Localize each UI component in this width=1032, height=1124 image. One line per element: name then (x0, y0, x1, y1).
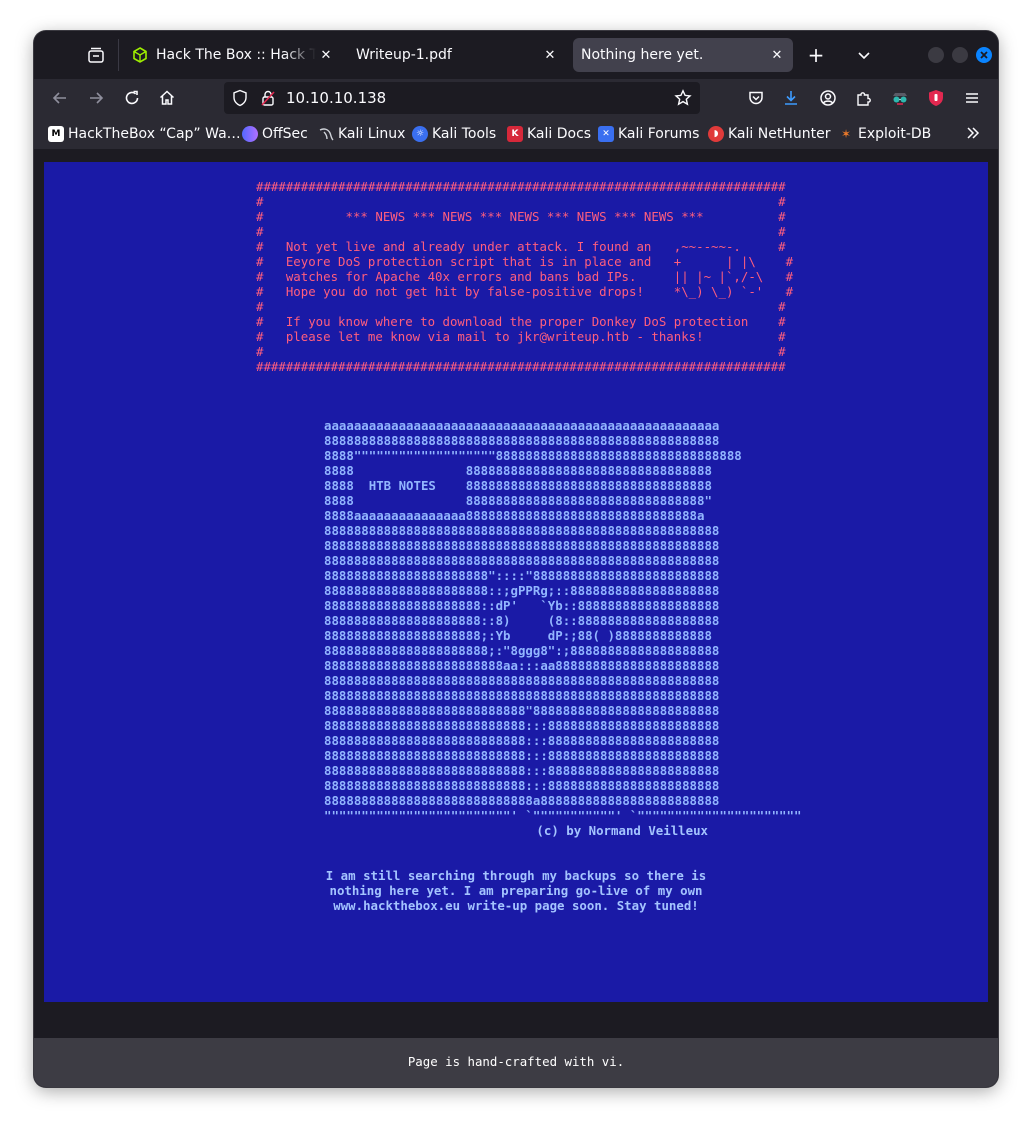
bookmark-label: Kali Linux (338, 126, 406, 142)
pocket-icon (749, 91, 763, 105)
page-viewport: ########################################… (34, 149, 998, 1087)
close-tab-icon[interactable]: ✕ (767, 45, 787, 65)
ublock-shield-icon (929, 90, 943, 106)
bookmark-kali-forums[interactable]: ✕ Kali Forums (598, 124, 699, 144)
home-button[interactable] (155, 86, 179, 110)
minimize-button[interactable] (928, 47, 944, 63)
reload-icon (125, 90, 139, 105)
browser-window: Hack The Box :: Hack The Box ✕ Writeup-1… (34, 31, 998, 1087)
bookmark-kali-linux[interactable]: Kali Linux (318, 124, 405, 144)
extensions-button[interactable] (852, 86, 876, 110)
navigation-toolbar: 10.10.10.138 (34, 79, 998, 117)
message-line: nothing here yet. I am preparing go-live… (329, 883, 703, 898)
tab-separator (118, 39, 119, 71)
firefox-view-button[interactable] (84, 43, 108, 67)
bookmarks-toolbar: M HackTheBox “Cap” Wa… OffSec Kali Linux… (34, 117, 998, 149)
hamburger-menu-icon (966, 93, 978, 103)
bookmark-hackthebox-cap[interactable]: M HackTheBox “Cap” Wa… (48, 124, 241, 144)
kali-nethunter-icon: ◗ (708, 126, 724, 142)
bookmark-label: HackTheBox “Cap” Wa… (68, 126, 241, 142)
downloads-button[interactable] (779, 86, 803, 110)
bookmark-kali-tools[interactable]: ☼ Kali Tools (412, 124, 496, 144)
reload-button[interactable] (120, 86, 144, 110)
plus-icon: + (807, 43, 825, 67)
back-button[interactable] (48, 86, 72, 110)
chevron-down-icon (858, 52, 870, 60)
tab-title: Writeup-1.pdf (356, 47, 452, 63)
download-icon (785, 91, 797, 105)
status-message: I am still searching through my backups … (324, 868, 708, 913)
offsec-icon (242, 126, 258, 142)
firefox-view-icon (88, 47, 104, 63)
close-tab-icon[interactable]: ✕ (316, 45, 336, 65)
bookmark-star-icon[interactable] (674, 89, 692, 111)
bookmark-label: Kali NetHunter (728, 126, 831, 142)
url-text[interactable]: 10.10.10.138 (286, 89, 386, 107)
tab-bar: Hack The Box :: Hack The Box ✕ Writeup-1… (34, 31, 998, 79)
home-icon (159, 90, 175, 105)
bookmark-label: Exploit-DB (858, 126, 932, 142)
kali-tools-icon: ☼ (412, 126, 428, 142)
bookmark-offsec[interactable]: OffSec (242, 124, 308, 144)
forward-button[interactable] (84, 86, 108, 110)
extension-spy-button[interactable] (888, 86, 912, 110)
address-bar[interactable]: 10.10.10.138 (224, 82, 700, 114)
exploit-db-icon: ✶ (840, 127, 852, 141)
medium-icon: M (48, 126, 64, 142)
spy-glasses-icon (893, 93, 907, 105)
account-button[interactable] (816, 86, 840, 110)
bookmark-label: Kali Forums (618, 126, 700, 142)
close-tab-icon[interactable]: ✕ (540, 45, 560, 65)
shield-icon[interactable] (232, 89, 248, 111)
puzzle-icon (857, 92, 871, 106)
message-line: www.hackthebox.eu write-up page soon. St… (333, 898, 699, 913)
bookmark-label: Kali Tools (432, 126, 497, 142)
new-tab-button[interactable]: + (806, 45, 826, 65)
tab-writeup-pdf[interactable]: Writeup-1.pdf ✕ (348, 38, 566, 72)
ublock-button[interactable] (924, 86, 948, 110)
message-line: I am still searching through my backups … (325, 868, 707, 883)
list-all-tabs-button[interactable] (854, 45, 874, 65)
more-bookmarks-button[interactable] (964, 124, 984, 144)
tab-title: Hack The Box :: Hack The Box (156, 47, 316, 63)
arrow-right-icon (90, 92, 104, 104)
account-icon (820, 90, 836, 106)
tab-title: Nothing here yet. (581, 47, 704, 63)
bookmark-kali-docs[interactable]: K Kali Docs (507, 124, 591, 144)
bookmark-exploit-db[interactable]: ✶ Exploit-DB (838, 124, 931, 144)
close-window-button[interactable] (976, 47, 992, 63)
bookmark-label: OffSec (262, 126, 308, 142)
bookmark-label: Kali Docs (527, 126, 592, 142)
maximize-button[interactable] (952, 47, 968, 63)
chevron-double-right-icon (967, 127, 980, 139)
tab-nothing-here[interactable]: Nothing here yet. ✕ (573, 38, 793, 72)
art-credit: (c) by Normand Veilleux (536, 823, 708, 838)
close-icon (980, 51, 988, 59)
menu-button[interactable] (960, 86, 984, 110)
kali-dragon-icon (318, 126, 334, 142)
hackthebox-cube-icon (132, 47, 148, 63)
bookmark-kali-nethunter[interactable]: ◗ Kali NetHunter (708, 124, 830, 144)
insecure-lock-icon[interactable] (260, 89, 276, 111)
tab-hackthebox[interactable]: Hack The Box :: Hack The Box ✕ (124, 38, 342, 72)
pocket-button[interactable] (744, 86, 768, 110)
htb-notes-ascii-art: aaaaaaaaaaaaaaaaaaaaaaaaaaaaaaaaaaaaaaaa… (324, 418, 802, 823)
news-box: ########################################… (256, 179, 794, 374)
main-panel: ########################################… (44, 162, 988, 1002)
arrow-left-icon (52, 92, 66, 104)
page-footer: Page is hand-crafted with vi. (34, 1038, 998, 1087)
kali-docs-icon: K (507, 126, 523, 142)
kali-forums-icon: ✕ (598, 126, 614, 142)
